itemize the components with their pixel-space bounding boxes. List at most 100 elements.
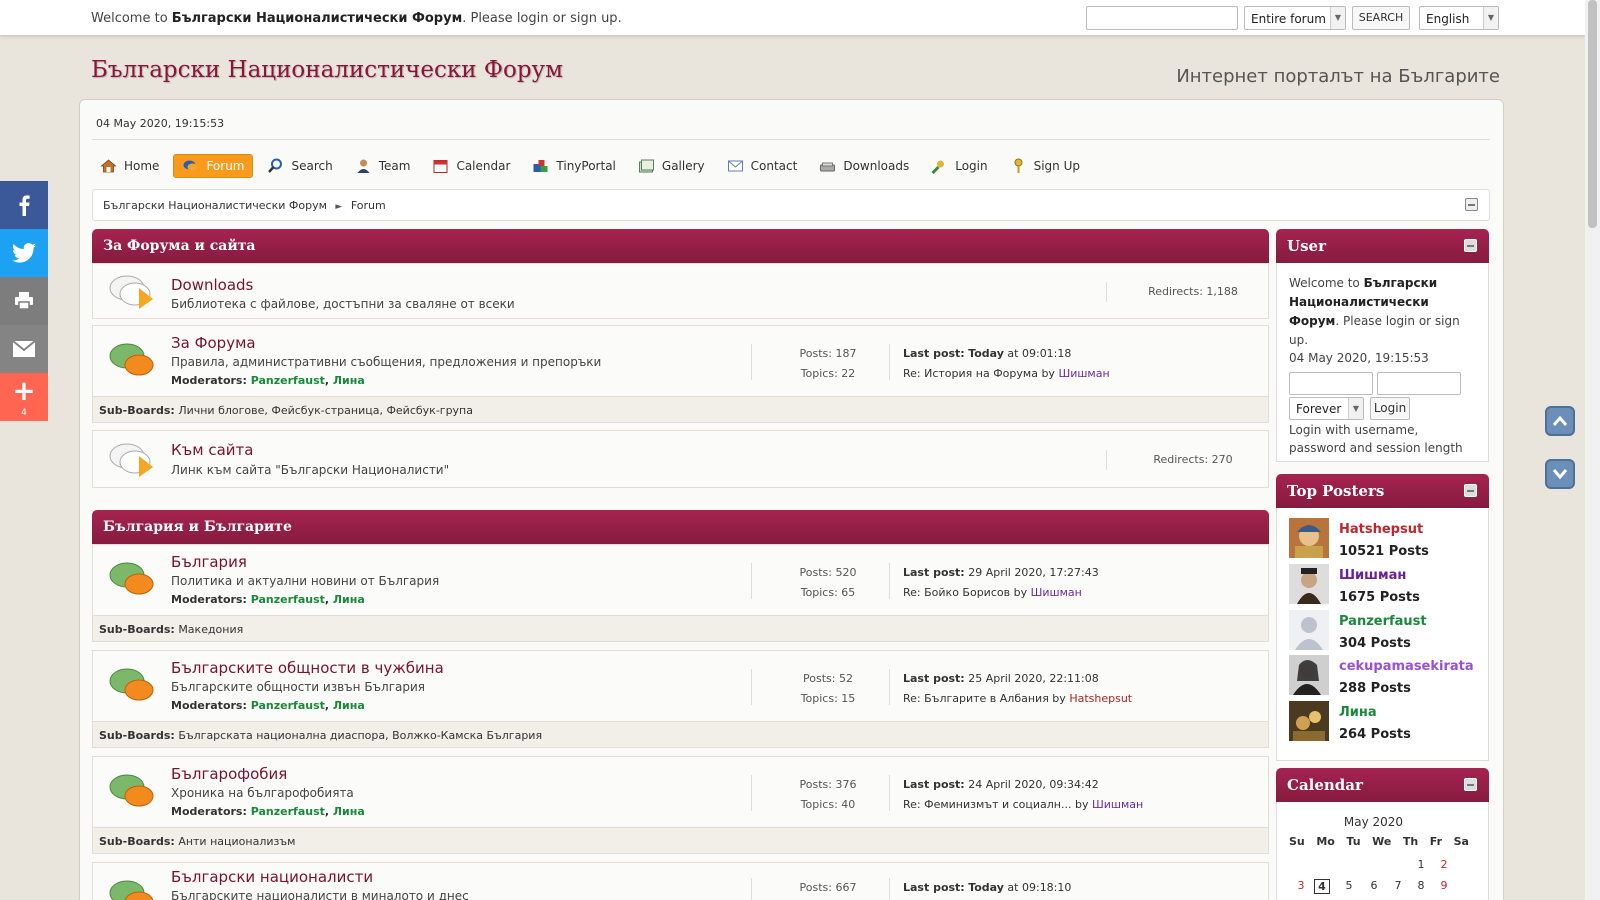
search-scope-select[interactable]: Entire forum ▼ xyxy=(1244,6,1346,30)
menu-item-downloads[interactable]: Downloads xyxy=(811,154,917,178)
calendar-day[interactable]: 7 xyxy=(1386,879,1410,892)
login-link[interactable]: login xyxy=(1386,314,1415,328)
collapse-icon[interactable] xyxy=(1464,239,1477,252)
board-title-link[interactable]: Български националисти xyxy=(171,868,373,886)
avatar[interactable] xyxy=(1289,701,1329,741)
login-button[interactable]: Login xyxy=(1370,397,1410,420)
collapse-icon[interactable] xyxy=(1464,484,1477,497)
language-select[interactable]: English ▼ xyxy=(1419,6,1499,30)
menu-item-gallery[interactable]: Gallery xyxy=(630,154,713,178)
calendar-day[interactable]: 6 xyxy=(1362,879,1386,892)
board-title-link[interactable]: Българските общности в чужбина xyxy=(171,659,444,677)
calendar-month[interactable]: May 2020 xyxy=(1277,815,1470,829)
board-title-link[interactable]: България xyxy=(171,553,247,571)
moderator-link[interactable]: Panzerfaust xyxy=(251,374,325,387)
search-input[interactable] xyxy=(1086,6,1238,30)
menu-item-search[interactable]: Search xyxy=(259,154,340,178)
calendar-today[interactable]: 4 xyxy=(1314,879,1330,894)
board-title-link[interactable]: За Форума xyxy=(171,334,256,352)
print-share-button[interactable] xyxy=(0,277,48,325)
breadcrumb-arrow-icon: ► xyxy=(335,202,343,212)
category-header[interactable]: България и Българите xyxy=(92,510,1269,544)
last-post-label: Last post: xyxy=(903,672,965,685)
calendar-day[interactable]: 8 xyxy=(1410,879,1432,892)
key-icon xyxy=(1014,158,1023,173)
calendar-day[interactable]: 3 xyxy=(1289,879,1313,892)
scroll-down-button[interactable] xyxy=(1545,459,1575,489)
moderator-link[interactable]: Лина xyxy=(333,805,365,818)
moderator-link[interactable]: Лина xyxy=(333,593,365,606)
last-post-topic-link[interactable]: Re: Българите в Албания xyxy=(903,692,1049,705)
menu-item-calendar[interactable]: Calendar xyxy=(424,154,518,178)
board-description: Българските националисти в миналото и дн… xyxy=(171,889,469,900)
calendar-day[interactable]: 2 xyxy=(1432,858,1456,871)
breadcrumb-current-link[interactable]: Forum xyxy=(351,199,386,212)
sub-boards-links[interactable]: Лични блогове, Фейсбук-страница, Фейсбук… xyxy=(178,404,473,417)
menu-item-login[interactable]: Login xyxy=(923,154,995,178)
twitter-share-button[interactable] xyxy=(0,229,48,277)
menu-item-forum[interactable]: Forum xyxy=(173,154,254,178)
forum-title[interactable]: Български Националистически Форум xyxy=(91,57,563,83)
collapse-icon[interactable] xyxy=(1465,198,1478,211)
scrollbar-thumb[interactable] xyxy=(1588,0,1597,228)
moderator-link[interactable]: Лина xyxy=(333,699,365,712)
email-share-button[interactable] xyxy=(0,325,48,373)
avatar[interactable] xyxy=(1289,564,1329,604)
menu-item-tinyportal[interactable]: TinyPortal xyxy=(524,154,623,178)
last-post-user-link[interactable]: Шишман xyxy=(1031,586,1082,599)
last-post-user-link[interactable]: Hatshepsut xyxy=(1069,692,1132,705)
board-title-link[interactable]: Downloads xyxy=(171,276,253,294)
category-header[interactable]: За Форума и сайта xyxy=(92,229,1269,263)
last-post-topic-link[interactable]: Re: История на Форума xyxy=(903,367,1038,380)
avatar[interactable] xyxy=(1289,518,1329,558)
collapse-icon[interactable] xyxy=(1464,778,1477,791)
board-row: Downloads Библиотека с файлове, достъпни… xyxy=(92,263,1269,319)
board-title-link[interactable]: Българофобия xyxy=(171,765,287,783)
login-link[interactable]: login xyxy=(517,11,549,26)
breadcrumb-root-link[interactable]: Български Националистически Форум xyxy=(103,199,327,212)
last-post-topic-link[interactable]: Re: Феминизмът и социалн... xyxy=(903,798,1071,811)
session-length-select[interactable]: Forever ▼ xyxy=(1289,397,1364,420)
menu-item-signup[interactable]: Sign Up xyxy=(1002,154,1088,178)
poster-name-link[interactable]: cekupamasekirata xyxy=(1339,659,1474,674)
weekday-label: Sa xyxy=(1453,835,1469,848)
more-share-button[interactable]: + 4 xyxy=(0,373,48,421)
moderators-label: Moderators: xyxy=(171,374,247,387)
last-post-topic-link[interactable]: Re: Бойко Борисов xyxy=(903,586,1010,599)
poster-name-link[interactable]: Шишман xyxy=(1339,568,1406,583)
menu-item-home[interactable]: Home xyxy=(92,154,167,178)
sub-boards-links[interactable]: Анти национализъм xyxy=(178,835,295,848)
scroll-up-button[interactable] xyxy=(1545,406,1575,436)
last-post-user-link[interactable]: Шишман xyxy=(1092,798,1143,811)
poster-name-link[interactable]: Лина xyxy=(1339,705,1377,720)
signup-link[interactable]: sign up xyxy=(570,11,618,26)
avatar[interactable] xyxy=(1289,655,1329,695)
chevron-down-icon: ▼ xyxy=(1330,7,1345,29)
calendar-day[interactable]: 5 xyxy=(1337,879,1361,892)
board-title-link[interactable]: Към сайта xyxy=(171,441,253,459)
sub-boards-links[interactable]: Българската национална диаспора, Волжко-… xyxy=(178,729,542,742)
facebook-icon xyxy=(19,195,30,216)
moderator-link[interactable]: Panzerfaust xyxy=(251,699,325,712)
search-button[interactable]: SEARCH xyxy=(1352,6,1410,30)
sub-boards: Sub-Boards: Българската национална диасп… xyxy=(92,722,1269,748)
poster-name-link[interactable]: Hatshepsut xyxy=(1339,522,1423,537)
moderator-link[interactable]: Panzerfaust xyxy=(251,805,325,818)
moderator-link[interactable]: Лина xyxy=(333,374,365,387)
menu-item-contact[interactable]: Contact xyxy=(719,154,806,178)
facebook-share-button[interactable] xyxy=(0,181,48,229)
calendar-day[interactable]: 1 xyxy=(1410,858,1432,871)
page-scrollbar[interactable] xyxy=(1585,0,1600,900)
sub-boards-links[interactable]: Македония xyxy=(178,623,243,636)
last-post-user-link[interactable]: Шишман xyxy=(1058,367,1109,380)
password-input[interactable] xyxy=(1377,372,1461,395)
menu-item-team[interactable]: Team xyxy=(347,154,419,178)
username-input[interactable] xyxy=(1289,372,1373,395)
calendar-day[interactable]: 9 xyxy=(1432,879,1456,892)
moderator-link[interactable]: Panzerfaust xyxy=(251,593,325,606)
poster-name-link[interactable]: Panzerfaust xyxy=(1339,614,1427,629)
default-avatar-icon[interactable] xyxy=(1289,610,1329,650)
calendar-week-row: 3 4 5 6 7 8 9 xyxy=(1289,879,1469,895)
board-icon xyxy=(109,668,154,701)
by-label: by xyxy=(1048,692,1070,705)
